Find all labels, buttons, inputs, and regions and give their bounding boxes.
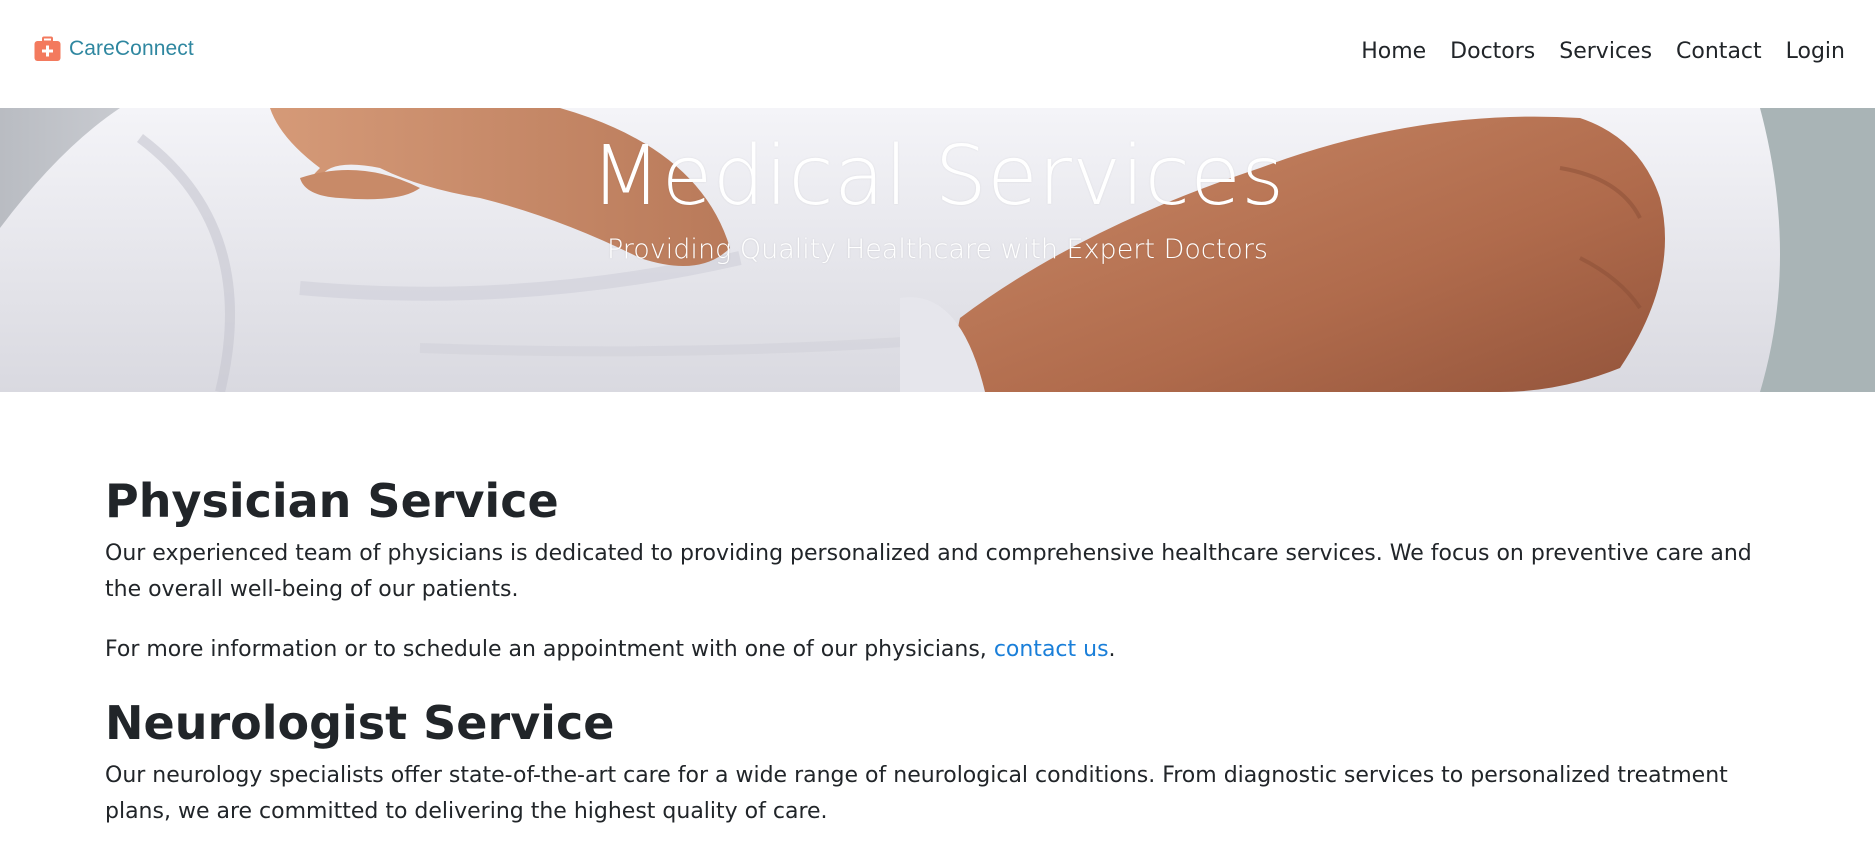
navbar: CareConnect Home Doctors Services Contac… [0, 0, 1875, 108]
brand-name: CareConnect [69, 37, 194, 60]
nav-link-contact[interactable]: Contact [1676, 34, 1762, 70]
nav-item: Contact [1652, 34, 1762, 70]
physician-service-section: Physician Service Our experienced team o… [105, 470, 1775, 668]
section-description: Our experienced team of physicians is de… [105, 541, 1752, 602]
nav-item: Services [1535, 34, 1652, 70]
hero-banner: Medical Services Providing Quality Healt… [0, 108, 1875, 392]
nav-item: Login [1762, 34, 1845, 70]
nav-link-login[interactable]: Login [1786, 34, 1845, 70]
contact-us-link[interactable]: contact us [994, 637, 1109, 662]
brand-link[interactable]: CareConnect [34, 36, 194, 62]
nav-menu: Home Doctors Services Contact Login [1361, 34, 1845, 70]
nav-link-doctors[interactable]: Doctors [1450, 34, 1535, 70]
cta-prefix: For more information or to schedule an a… [105, 637, 994, 662]
main-content: Physician Service Our experienced team o… [105, 470, 1775, 854]
nav-link-home[interactable]: Home [1361, 34, 1426, 70]
nav-item: Home [1361, 34, 1426, 70]
nav-item: Doctors [1426, 34, 1535, 70]
hero-subtitle: Providing Quality Healthcare with Expert… [606, 234, 1268, 265]
section-description: Our neurology specialists offer state-of… [105, 763, 1728, 824]
section-cta: For more information or to schedule an a… [105, 632, 1775, 668]
cta-suffix: . [1108, 637, 1116, 662]
section-title: Neurologist Service [105, 696, 615, 750]
neurologist-service-section: Neurologist Service Our neurology specia… [105, 692, 1775, 830]
nav-link-services[interactable]: Services [1559, 34, 1652, 70]
section-title: Physician Service [105, 474, 559, 528]
medical-kit-icon [34, 36, 61, 61]
hero-title: Medical Services [590, 129, 1285, 224]
